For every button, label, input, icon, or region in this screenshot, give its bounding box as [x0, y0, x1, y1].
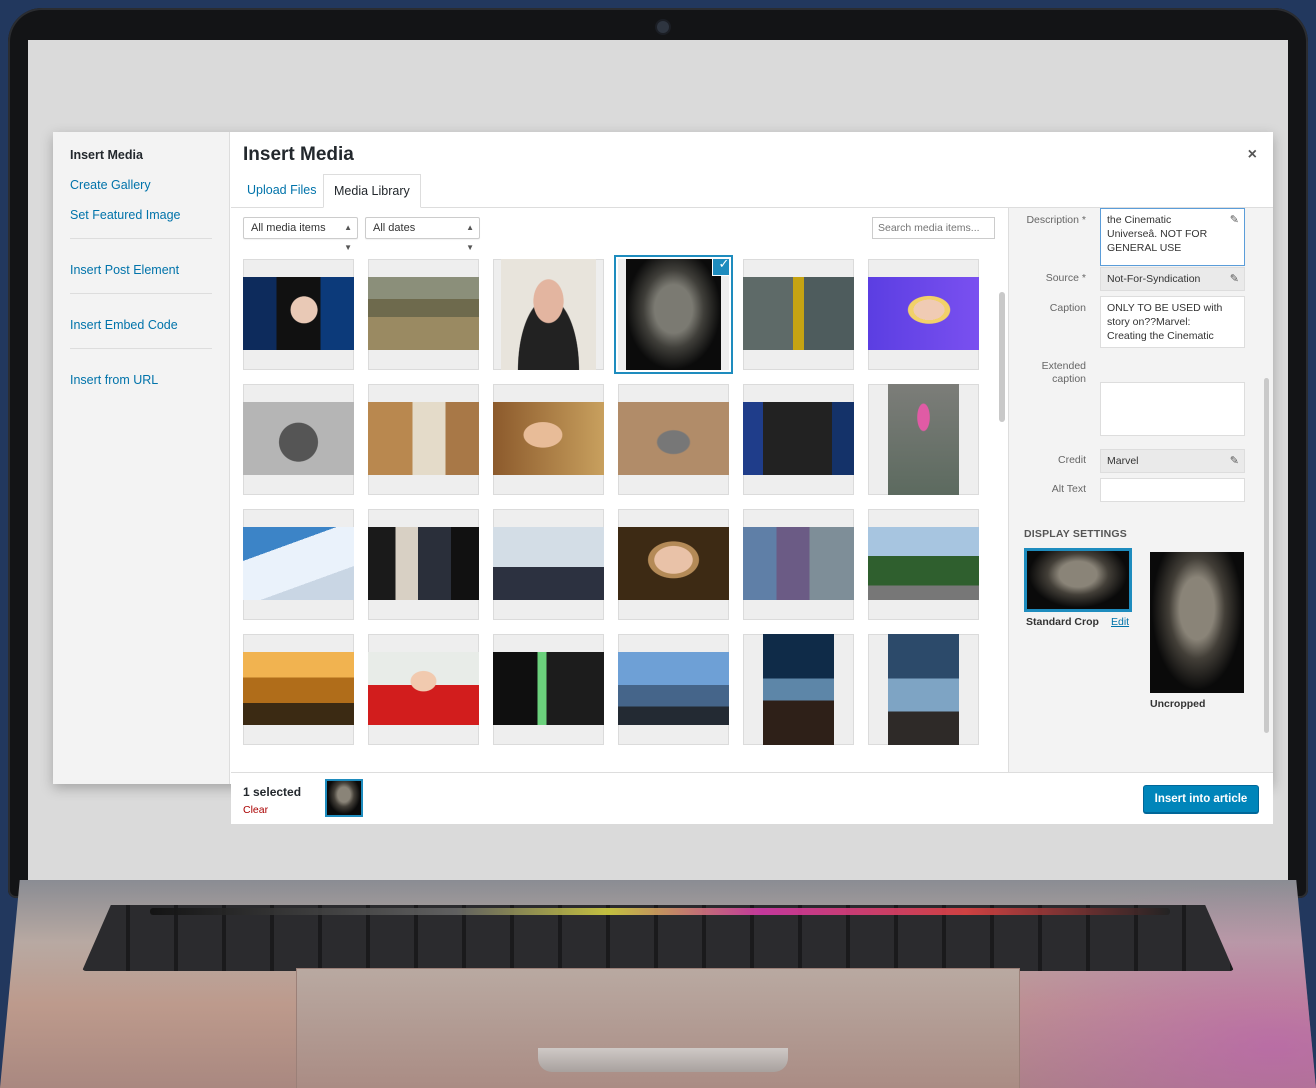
- close-icon[interactable]: ×: [1248, 146, 1257, 164]
- caption-label: Caption: [1049, 302, 1086, 314]
- media-toolbar: All media items ▲ ▼ All dates ▲ ▼: [243, 217, 995, 252]
- media-grid: ✓: [231, 249, 1008, 769]
- credit-value: Marvel: [1107, 455, 1139, 467]
- tab-upload-files[interactable]: Upload Files: [237, 174, 326, 208]
- media-item[interactable]: [868, 509, 979, 620]
- source-label: Source *: [1045, 272, 1086, 284]
- uncropped-preview[interactable]: [1150, 552, 1244, 693]
- menu-divider: [70, 238, 212, 239]
- media-item[interactable]: [368, 259, 479, 370]
- menu-item-insert-post-element[interactable]: Insert Post Element: [70, 263, 212, 277]
- lid-notch: [538, 1048, 788, 1072]
- search-input[interactable]: [872, 217, 995, 239]
- media-item[interactable]: [493, 509, 604, 620]
- caption-field[interactable]: ONLY TO BE USED with story on??Marvel: C…: [1100, 296, 1245, 348]
- camera: [657, 21, 669, 33]
- selected-thumbnail[interactable]: [325, 779, 363, 817]
- attachment-details: Description * the Cinematic Universeâ. N…: [1008, 208, 1273, 772]
- media-item-selected[interactable]: ✓: [618, 259, 729, 370]
- menu-item-set-featured-image[interactable]: Set Featured Image: [70, 208, 212, 222]
- media-item[interactable]: [493, 384, 604, 495]
- media-menu: Insert Media Create Gallery Set Featured…: [53, 132, 230, 784]
- credit-field[interactable]: Marvel ✎: [1100, 449, 1245, 473]
- pencil-icon[interactable]: ✎: [1230, 272, 1239, 286]
- media-item[interactable]: [368, 634, 479, 745]
- credit-label: Credit: [1057, 454, 1086, 466]
- media-item[interactable]: [618, 509, 729, 620]
- display-settings-heading: DISPLAY SETTINGS: [1024, 528, 1127, 540]
- selection-count: 1 selected: [243, 785, 302, 799]
- date-filter[interactable]: All dates ▲ ▼: [365, 217, 480, 252]
- media-item[interactable]: [368, 384, 479, 495]
- menu-item-insert-media[interactable]: Insert Media: [70, 148, 212, 162]
- insert-media-modal: Insert Media Create Gallery Set Featured…: [53, 132, 1273, 824]
- media-item[interactable]: [743, 634, 854, 745]
- media-item[interactable]: [868, 634, 979, 745]
- details-scrollbar[interactable]: [1264, 378, 1269, 733]
- media-item[interactable]: [243, 259, 354, 370]
- alt-text-field[interactable]: [1100, 478, 1245, 502]
- standard-crop-preview[interactable]: [1024, 548, 1132, 612]
- media-item[interactable]: [493, 634, 604, 745]
- media-item[interactable]: [618, 634, 729, 745]
- screen: Insert Media Create Gallery Set Featured…: [28, 40, 1288, 882]
- tab-media-library[interactable]: Media Library: [323, 174, 421, 208]
- media-item[interactable]: [868, 259, 979, 370]
- insert-into-article-button[interactable]: Insert into article: [1143, 785, 1259, 813]
- uncropped-label: Uncropped: [1150, 698, 1206, 710]
- media-item[interactable]: [243, 384, 354, 495]
- touch-bar: [150, 908, 1170, 915]
- modal-title: Insert Media: [243, 144, 354, 165]
- media-type-filter[interactable]: All media items ▲ ▼: [243, 217, 358, 252]
- media-item[interactable]: [243, 634, 354, 745]
- description-value: the Cinematic Universeâ. NOT FOR GENERAL…: [1107, 214, 1208, 254]
- media-item[interactable]: [243, 509, 354, 620]
- media-item[interactable]: [743, 509, 854, 620]
- extended-caption-label: Extended caption: [1041, 360, 1086, 385]
- menu-divider: [70, 293, 212, 294]
- menu-item-insert-embed-code[interactable]: Insert Embed Code: [70, 318, 212, 332]
- standard-crop-label: Standard Crop: [1026, 616, 1099, 628]
- media-item[interactable]: [868, 384, 979, 495]
- media-item[interactable]: [743, 259, 854, 370]
- source-value: Not-For-Syndication: [1107, 273, 1201, 285]
- edit-crop-link[interactable]: Edit: [1111, 616, 1129, 628]
- caption-value: ONLY TO BE USED with story on??Marvel: C…: [1107, 302, 1223, 342]
- extended-caption-field[interactable]: [1100, 382, 1245, 436]
- media-item[interactable]: [618, 384, 729, 495]
- media-item[interactable]: [368, 509, 479, 620]
- menu-item-insert-from-url[interactable]: Insert from URL: [70, 373, 212, 387]
- clear-selection-link[interactable]: Clear: [243, 804, 268, 816]
- pencil-icon[interactable]: ✎: [1230, 213, 1239, 227]
- media-item[interactable]: [743, 384, 854, 495]
- description-field[interactable]: the Cinematic Universeâ. NOT FOR GENERAL…: [1100, 208, 1245, 266]
- pencil-icon[interactable]: ✎: [1230, 454, 1239, 468]
- check-icon[interactable]: ✓: [713, 259, 729, 275]
- source-field[interactable]: Not-For-Syndication ✎: [1100, 267, 1245, 291]
- media-type-filter-value: All media items: [251, 222, 326, 234]
- date-filter-value: All dates: [373, 222, 416, 234]
- grid-scrollbar[interactable]: [999, 292, 1005, 422]
- menu-item-create-gallery[interactable]: Create Gallery: [70, 178, 212, 192]
- media-footer: 1 selected Clear Insert into article: [231, 772, 1273, 824]
- media-item[interactable]: [493, 259, 604, 370]
- media-tabs: Upload Files Media Library: [231, 174, 1273, 208]
- description-label: Description *: [1026, 214, 1086, 226]
- alt-text-label: Alt Text: [1051, 483, 1086, 495]
- menu-divider: [70, 348, 212, 349]
